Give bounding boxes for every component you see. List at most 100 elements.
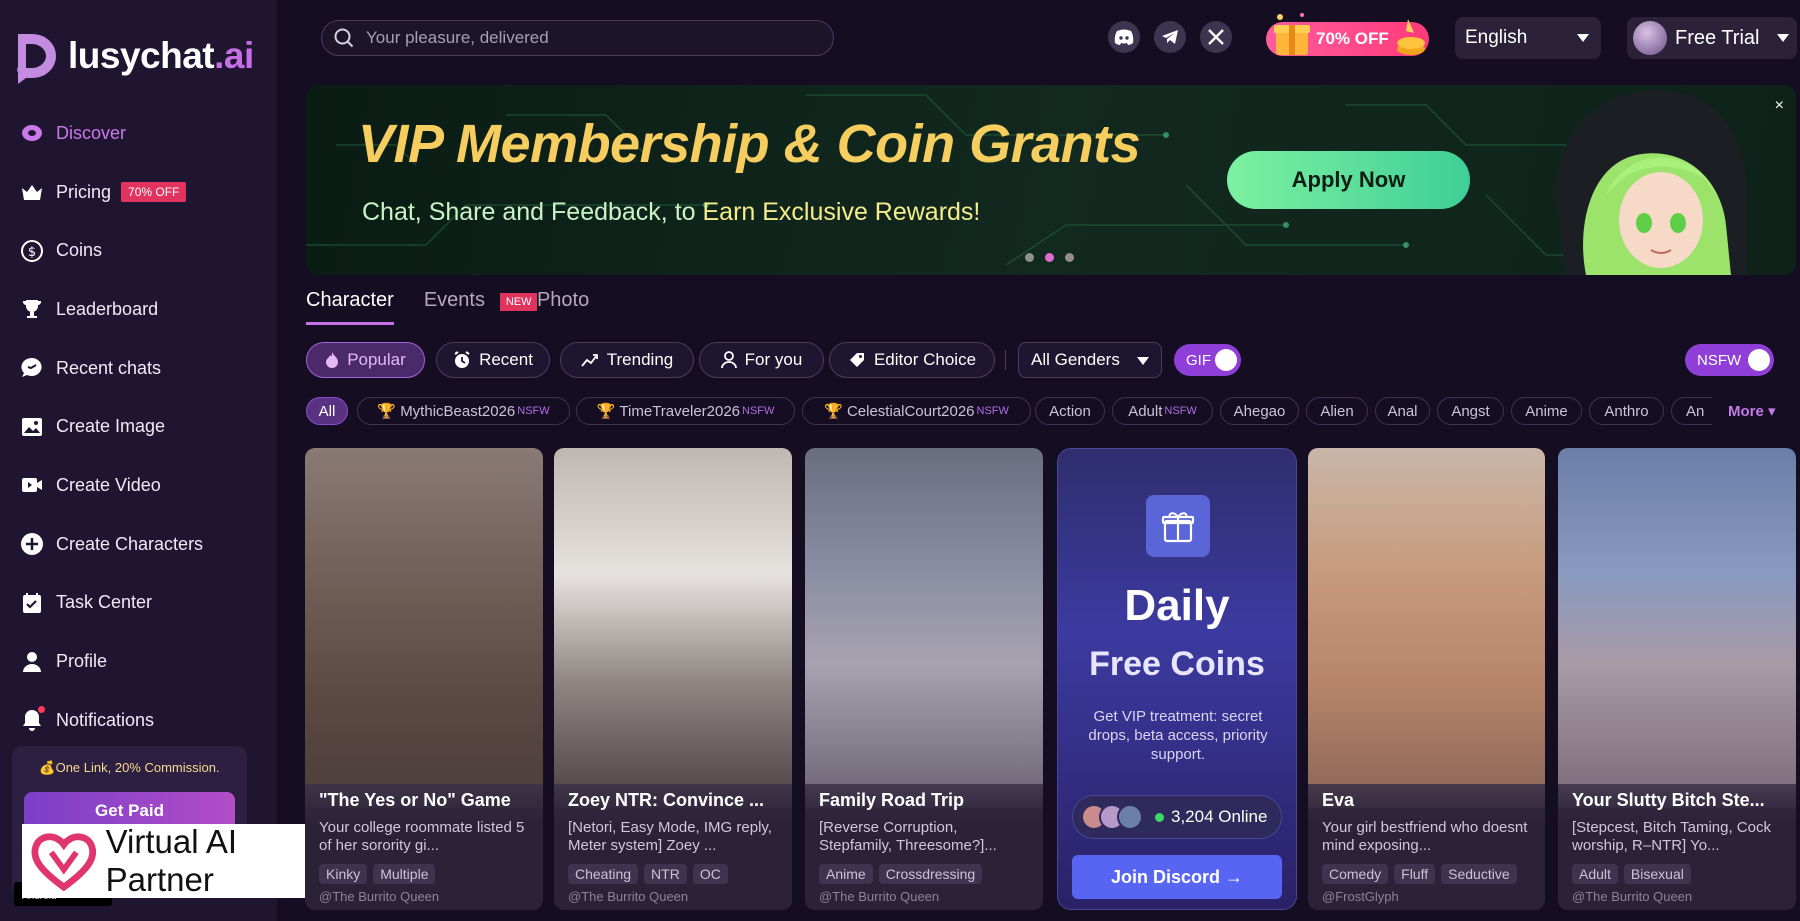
apply-now-button[interactable]: Apply Now <box>1227 151 1470 209</box>
carousel-dot[interactable] <box>1065 253 1074 262</box>
tag-angst[interactable]: Angst <box>1437 397 1504 425</box>
card-info: "The Yes or No" Game Your college roomma… <box>305 784 543 910</box>
user-menu[interactable]: Free Trial <box>1627 17 1797 59</box>
gender-select[interactable]: All Genders <box>1018 342 1162 378</box>
tag-ahegao[interactable]: Ahegao <box>1220 397 1299 425</box>
filter-label: Popular <box>347 350 406 369</box>
sidebar-item-create-video[interactable]: Create Video <box>0 456 277 515</box>
sale-text: 70% OFF <box>1316 29 1389 48</box>
character-card[interactable]: Zoey NTR: Convince ... [Netori, Easy Mod… <box>554 448 792 910</box>
character-card[interactable]: Family Road Trip [Reverse Corruption, St… <box>805 448 1043 910</box>
tag-all[interactable]: All <box>306 397 348 425</box>
language-value: English <box>1465 27 1528 48</box>
card-tag: Anime <box>819 864 873 884</box>
card-title: Zoey NTR: Convince ... <box>568 790 765 810</box>
tab-events[interactable]: Events NEW <box>424 289 538 325</box>
online-count: 3,204 Online <box>1072 795 1282 839</box>
filter-label: Trending <box>606 350 674 369</box>
sidebar-item-pricing[interactable]: Pricing 70% OFF <box>0 163 277 222</box>
badge-icon: 🏆 <box>596 403 620 420</box>
tag-adult[interactable]: Adult NSFW <box>1112 397 1213 425</box>
card-author: @FrostGlyph <box>1322 889 1399 904</box>
card-title: Family Road Trip <box>819 790 965 810</box>
filter-editor-choice[interactable]: Editor Choice <box>829 342 995 378</box>
card-tag: Kinky <box>319 864 368 884</box>
close-icon[interactable]: × <box>1775 97 1784 115</box>
discord-button[interactable] <box>1108 21 1140 53</box>
new-badge: NEW <box>499 293 538 311</box>
tab-character[interactable]: Character <box>306 289 394 325</box>
more-tags-button[interactable]: More ▾ <box>1728 402 1776 420</box>
image-icon <box>20 415 44 439</box>
character-card[interactable]: Eva Your girl bestfriend who doesnt mind… <box>1308 448 1545 910</box>
card-tags: Anime Crossdressing <box>819 864 1029 884</box>
character-card[interactable]: "The Yes or No" Game Your college roomma… <box>305 448 543 910</box>
coins-icon <box>1397 19 1425 55</box>
sidebar: lusychat.ai Discover Pricing 70% OFF $ C… <box>0 0 277 921</box>
tag-action[interactable]: Action <box>1035 397 1105 425</box>
card-tag: NTR <box>644 864 687 884</box>
promo-description: Get VIP treatment: secret drops, beta ac… <box>1088 708 1268 763</box>
card-description: [Netori, Easy Mode, IMG reply, Meter sys… <box>568 819 772 854</box>
tag-anime[interactable]: Anime <box>1511 397 1582 425</box>
sidebar-item-create-characters[interactable]: Create Characters <box>0 515 277 574</box>
tag-an[interactable]: An <box>1671 397 1712 425</box>
sidebar-item-recent-chats[interactable]: Recent chats <box>0 339 277 398</box>
card-tag: OC <box>692 864 728 884</box>
x-icon <box>1208 29 1224 45</box>
filter-for-you[interactable]: For you <box>699 342 824 378</box>
sale-badge[interactable]: 70% OFF <box>1266 9 1429 61</box>
affiliate-text: 💰One Link, 20% Commission. <box>39 760 220 775</box>
card-tag: Comedy <box>1322 864 1389 884</box>
tag-alien[interactable]: Alien <box>1306 397 1368 425</box>
card-tag: Seductive <box>1441 864 1517 884</box>
sidebar-item-create-image[interactable]: Create Image <box>0 397 277 456</box>
tag-celestialcourt[interactable]: 🏆 CelestialCourt2026 NSFW <box>802 397 1031 425</box>
carousel-dot[interactable] <box>1045 253 1054 262</box>
language-select[interactable]: English <box>1455 17 1601 59</box>
sidebar-item-discover[interactable]: Discover <box>0 104 277 163</box>
tab-photo[interactable]: Photo <box>537 289 589 325</box>
sidebar-item-label: Task Center <box>56 592 153 613</box>
carousel-dot[interactable] <box>1025 253 1034 262</box>
card-image <box>305 448 543 808</box>
watermark: Virtual AI Partner <box>22 823 346 898</box>
coin-icon: $ <box>20 239 44 263</box>
card-author: @The Burrito Queen <box>319 889 440 904</box>
content-tabs: Character Events NEW Photo <box>306 289 619 325</box>
sidebar-item-label: Discover <box>56 122 127 143</box>
character-card[interactable]: Your Slutty Bitch Ste... [Stepcest, Bitc… <box>1558 448 1796 910</box>
sidebar-item-leaderboard[interactable]: Leaderboard <box>0 280 277 339</box>
toggle-knob <box>1748 349 1770 371</box>
search-bar[interactable] <box>321 20 834 56</box>
search-input[interactable] <box>366 28 806 48</box>
card-info: Eva Your girl bestfriend who doesnt mind… <box>1308 784 1545 910</box>
tag-anthro[interactable]: Anthro <box>1589 397 1664 425</box>
sidebar-item-coins[interactable]: $ Coins <box>0 221 277 280</box>
filter-popular[interactable]: Popular <box>306 342 425 378</box>
bell-icon <box>20 706 45 732</box>
gif-toggle[interactable]: GIF <box>1174 344 1241 376</box>
sidebar-item-task-center[interactable]: Task Center <box>0 574 277 633</box>
badge-icon: 🏆 <box>377 403 401 420</box>
promo-banner[interactable]: VIP Membership & Coin Grants Chat, Share… <box>306 85 1796 275</box>
join-discord-button[interactable]: Join Discord → <box>1072 855 1282 899</box>
sidebar-item-profile[interactable]: Profile <box>0 632 277 691</box>
card-tags: Comedy Fluff Seductive <box>1322 864 1531 884</box>
card-author: @The Burrito Queen <box>568 889 689 904</box>
filter-trending[interactable]: Trending <box>560 342 694 378</box>
discord-icon <box>1114 29 1134 45</box>
filter-recent[interactable]: Recent <box>436 342 550 378</box>
sidebar-item-notifications[interactable]: Notifications <box>0 691 277 750</box>
nsfw-toggle[interactable]: NSFW <box>1685 344 1774 376</box>
tag-anal[interactable]: Anal <box>1375 397 1430 425</box>
avatar <box>1117 804 1143 830</box>
promo-free-coins: Free Coins <box>1089 645 1265 683</box>
tag-mythicbeast[interactable]: 🏆 MythicBeast2026 NSFW <box>357 397 570 425</box>
alarm-clock-icon <box>453 351 471 369</box>
x-button[interactable] <box>1200 21 1232 53</box>
calendar-check-icon <box>20 591 44 615</box>
telegram-button[interactable] <box>1154 21 1186 53</box>
logo[interactable]: lusychat.ai <box>12 28 254 84</box>
tag-timetraveler[interactable]: 🏆 TimeTraveler2026 NSFW <box>576 397 795 425</box>
